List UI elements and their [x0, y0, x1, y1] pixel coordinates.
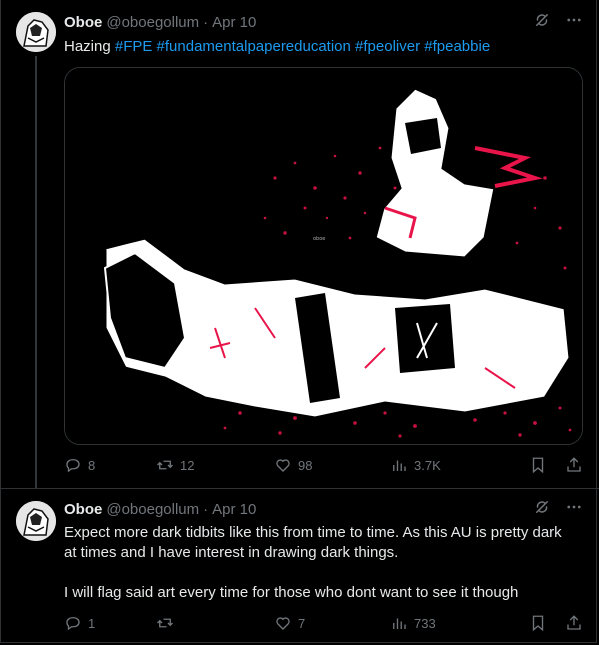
views-icon	[393, 460, 406, 471]
tweet[interactable]: Oboe @oboegollum · Apr 10 Expect more da…	[0, 489, 599, 645]
tweet-media-image[interactable]: oboe	[64, 67, 583, 445]
tweet-text-plain: Hazing	[64, 38, 115, 55]
grok-icon[interactable]	[533, 498, 551, 520]
tweet[interactable]: Oboe @oboegollum · Apr 10 Hazing #FPE #f…	[0, 0, 599, 488]
repost-button[interactable]: 12	[156, 456, 274, 474]
user-handle[interactable]: @oboegollum	[106, 14, 199, 31]
more-icon[interactable]	[565, 11, 583, 33]
avatar[interactable]	[16, 12, 56, 52]
grok-icon[interactable]	[533, 11, 551, 33]
tweet-actions: 1 7 733	[64, 613, 583, 633]
tweet-header: Oboe @oboegollum · Apr 10	[64, 499, 583, 519]
separator: ·	[203, 500, 209, 518]
separator: ·	[203, 13, 209, 31]
repost-icon	[157, 460, 173, 470]
repost-icon	[157, 618, 173, 628]
tweet-header: Oboe @oboegollum · Apr 10	[64, 12, 583, 32]
reply-button[interactable]: 8	[64, 456, 156, 474]
share-icon[interactable]	[565, 456, 583, 474]
views-button[interactable]: 733	[390, 614, 514, 632]
repost-button[interactable]	[156, 614, 274, 632]
tweet-text: Hazing #FPE #fundamentalpapereducation #…	[64, 37, 583, 57]
tweet-date[interactable]: Apr 10	[212, 501, 256, 518]
repost-count: 12	[180, 457, 195, 473]
user-handle[interactable]: @oboegollum	[106, 501, 199, 518]
hashtag-link[interactable]: #fpeoliver	[355, 38, 420, 55]
avatar[interactable]	[16, 501, 56, 541]
reply-button[interactable]: 1	[64, 614, 156, 632]
reply-icon	[66, 459, 80, 473]
share-icon[interactable]	[565, 614, 583, 632]
tweet-actions: 8 12 98 3.7K	[64, 455, 583, 475]
views-icon	[393, 618, 406, 629]
like-count: 7	[298, 615, 306, 631]
tweet-date[interactable]: Apr 10	[212, 14, 256, 31]
thread-line	[35, 56, 37, 488]
hashtag-link[interactable]: #fpeabbie	[424, 38, 490, 55]
bookmark-icon[interactable]	[529, 614, 547, 632]
view-count: 3.7K	[414, 457, 441, 473]
artwork-illustration: oboe	[65, 68, 582, 444]
hashtag-link[interactable]: #fundamentalpapereducation	[157, 38, 351, 55]
views-button[interactable]: 3.7K	[390, 456, 514, 474]
display-name[interactable]: Oboe	[64, 14, 102, 31]
like-button[interactable]: 7	[274, 614, 390, 632]
like-icon	[276, 617, 290, 630]
reply-count: 8	[88, 457, 96, 473]
like-count: 98	[298, 457, 313, 473]
display-name[interactable]: Oboe	[64, 501, 102, 518]
hashtag-link[interactable]: #FPE	[115, 38, 153, 55]
reply-icon	[66, 617, 80, 631]
tweet-text-line: at times and I have interest in drawing …	[64, 544, 399, 561]
reply-count: 1	[88, 615, 96, 631]
media-watermark: oboe	[313, 236, 325, 242]
more-icon[interactable]	[565, 498, 583, 520]
like-button[interactable]: 98	[274, 456, 390, 474]
like-icon	[276, 459, 290, 472]
tweet-text-line: I will flag said art every time for thos…	[64, 584, 519, 601]
tweet-text: Expect more dark tidbits like this from …	[64, 523, 583, 603]
tweet-text-line: Expect more dark tidbits like this from …	[64, 524, 562, 541]
bookmark-icon[interactable]	[529, 456, 547, 474]
view-count: 733	[414, 615, 436, 631]
